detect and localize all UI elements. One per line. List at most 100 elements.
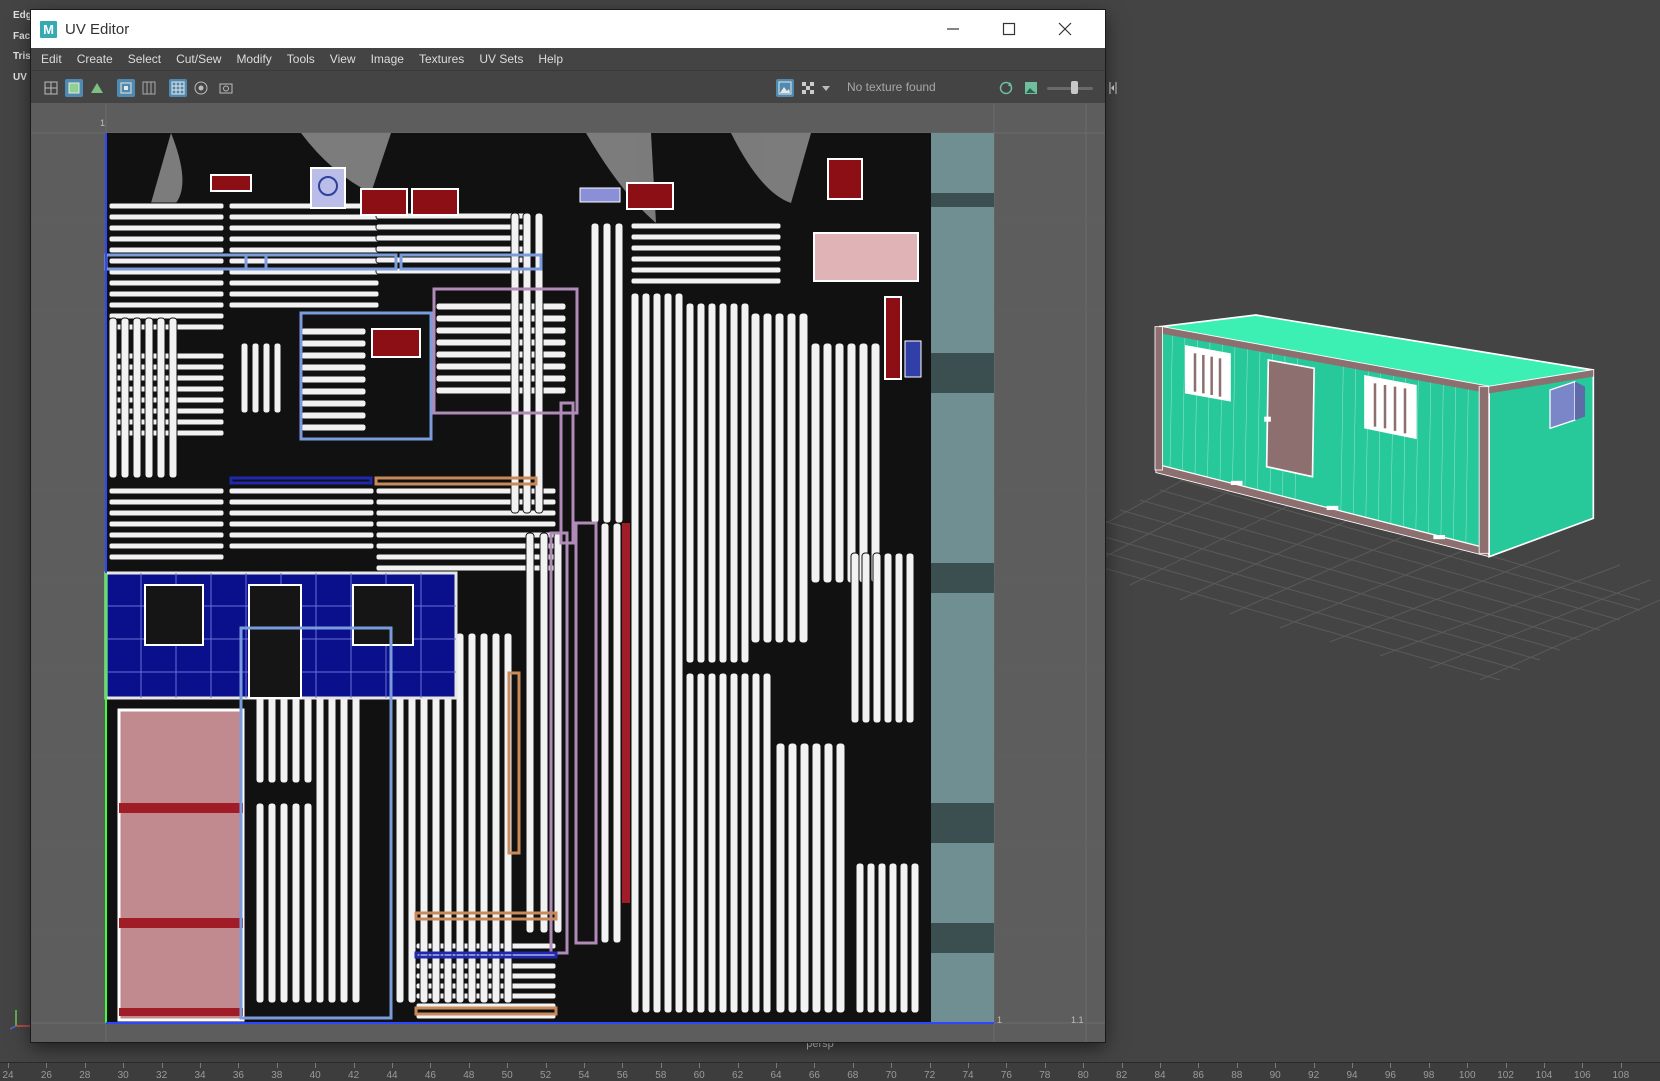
uv-shell-strip[interactable]	[228, 509, 375, 517]
uv-shell-strip[interactable]	[251, 342, 260, 414]
uv-shell-strip[interactable]	[539, 532, 549, 934]
uv-shell-strip[interactable]	[300, 327, 367, 336]
checker-options-button[interactable]	[821, 79, 831, 97]
uv-shell-strip[interactable]	[846, 342, 857, 584]
display-image-button[interactable]	[776, 79, 794, 97]
uv-shell-strip[interactable]	[262, 342, 271, 414]
uv-shell-strip[interactable]	[630, 222, 782, 230]
uv-shell-strip[interactable]	[108, 531, 225, 539]
uv-shell-strip[interactable]	[108, 246, 225, 254]
uv-shell-strip[interactable]	[861, 552, 871, 724]
uv-shell-tool-button[interactable]	[42, 79, 60, 97]
uv-shell-strip[interactable]	[553, 532, 563, 934]
uv-shell-strip[interactable]	[894, 552, 904, 724]
uv-shell-strip[interactable]	[435, 374, 567, 383]
isolate-button[interactable]	[117, 79, 135, 97]
uv-shell-strip[interactable]	[108, 257, 225, 265]
uv-shell-strip[interactable]	[108, 290, 225, 298]
uv-shell-strip[interactable]	[850, 552, 860, 724]
uv-shell-strip[interactable]	[685, 302, 695, 664]
uv-shell-strip[interactable]	[435, 386, 567, 395]
uv-shell-strip[interactable]	[762, 672, 772, 1014]
uv-shell-strip[interactable]	[435, 350, 567, 359]
uv-shell-strip[interactable]	[228, 520, 375, 528]
menu-edit[interactable]: Edit	[35, 48, 68, 70]
uv-shell-strip[interactable]	[375, 520, 557, 528]
toolbar-expand-button[interactable]	[1104, 79, 1122, 97]
uv-shell-strip[interactable]	[108, 279, 225, 287]
uv-shell-strip[interactable]	[811, 742, 822, 1014]
uv-shell-strip[interactable]	[718, 302, 728, 664]
uv-shell-strip[interactable]	[255, 802, 265, 1004]
uv-shell-strip[interactable]	[479, 632, 489, 1004]
menu-modify[interactable]: Modify	[230, 48, 277, 70]
uv-shell-strip[interactable]	[652, 292, 662, 1014]
uv-shell-strip[interactable]	[491, 632, 501, 1004]
uv-shell-strip[interactable]	[228, 542, 375, 550]
uv-shell-strip[interactable]	[228, 213, 380, 221]
menu-image[interactable]: Image	[365, 48, 410, 70]
title-bar[interactable]: M UV Editor	[31, 10, 1105, 48]
uv-shell-strip[interactable]	[774, 312, 785, 644]
uv-shell-strip[interactable]	[273, 342, 282, 414]
uv-shell-strip[interactable]	[267, 802, 277, 1004]
minimize-button[interactable]	[925, 10, 980, 48]
uv-shell-strip[interactable]	[905, 552, 915, 724]
uv-shell-strip[interactable]	[279, 802, 289, 1004]
uv-shell-strip[interactable]	[522, 212, 532, 514]
uv-shell-strip[interactable]	[751, 672, 761, 1014]
uv-shell-strip[interactable]	[799, 742, 810, 1014]
uv-shell-strip[interactable]	[108, 202, 225, 210]
uv-shell-strip[interactable]	[108, 542, 225, 550]
uv-shell-strip[interactable]	[630, 266, 782, 274]
uv-editor-window[interactable]: M UV Editor Edit Create Select Cut/Sew M…	[31, 10, 1117, 1042]
uv-shell-strip[interactable]	[883, 552, 893, 724]
uv-shell-strip[interactable]	[300, 387, 367, 396]
uv-shell-strip[interactable]	[729, 672, 739, 1014]
uv-shell-strip[interactable]	[375, 245, 527, 253]
uv-shell-strip[interactable]	[156, 317, 166, 479]
uv-shell-strip[interactable]	[144, 317, 154, 479]
uv-shell-strip[interactable]	[228, 224, 380, 232]
uv-shell-strip[interactable]	[910, 862, 920, 1014]
uv-shell-strip[interactable]	[375, 223, 527, 231]
uv-shell-strip[interactable]	[435, 338, 567, 347]
uv-shell-strip[interactable]	[612, 522, 622, 944]
uv-shell-strip[interactable]	[228, 279, 380, 287]
uv-shell-strip[interactable]	[866, 862, 876, 1014]
snap-button[interactable]	[192, 79, 210, 97]
uv-shell-strip[interactable]	[834, 342, 845, 584]
uv-shell-strip[interactable]	[108, 498, 225, 506]
distortion-button[interactable]	[140, 79, 158, 97]
uv-shell-strip[interactable]	[810, 342, 821, 584]
uv-shell-strip[interactable]	[228, 301, 380, 309]
uv-shell-strip[interactable]	[740, 672, 750, 1014]
uv-shell-strip[interactable]	[108, 224, 225, 232]
uv-shell-strip[interactable]	[228, 498, 375, 506]
menu-tools[interactable]: Tools	[281, 48, 321, 70]
checker-button[interactable]	[799, 79, 817, 97]
uv-shell-strip[interactable]	[762, 312, 773, 644]
uv-shell-strip[interactable]	[855, 862, 865, 1014]
uv-shell-strip[interactable]	[168, 317, 178, 479]
menu-cut-sew[interactable]: Cut/Sew	[170, 48, 227, 70]
uv-shell-strip[interactable]	[750, 312, 761, 644]
uv-shell-strip[interactable]	[300, 411, 367, 420]
uv-shell-strip[interactable]	[674, 292, 684, 1014]
uv-shell-strip[interactable]	[228, 290, 380, 298]
texture-brightness-handle[interactable]	[1071, 81, 1078, 94]
uv-shell-strip[interactable]	[375, 234, 527, 242]
uv-shell-strip[interactable]	[435, 326, 567, 335]
uv-shell-strip[interactable]	[696, 302, 706, 664]
uv-shell-strip[interactable]	[823, 742, 834, 1014]
close-button[interactable]	[1037, 10, 1092, 48]
grid-toggle-button[interactable]	[169, 79, 187, 97]
uv-shell-strip[interactable]	[590, 222, 600, 524]
uv-shell-strip[interactable]	[510, 212, 520, 514]
maximize-button[interactable]	[981, 10, 1036, 48]
uv-shell-strip[interactable]	[240, 342, 249, 414]
uv-shell-strip[interactable]	[108, 235, 225, 243]
uv-shell-strip[interactable]	[602, 222, 612, 524]
uv-shell-strip[interactable]	[614, 222, 624, 524]
image-settings-button[interactable]	[1022, 79, 1040, 97]
